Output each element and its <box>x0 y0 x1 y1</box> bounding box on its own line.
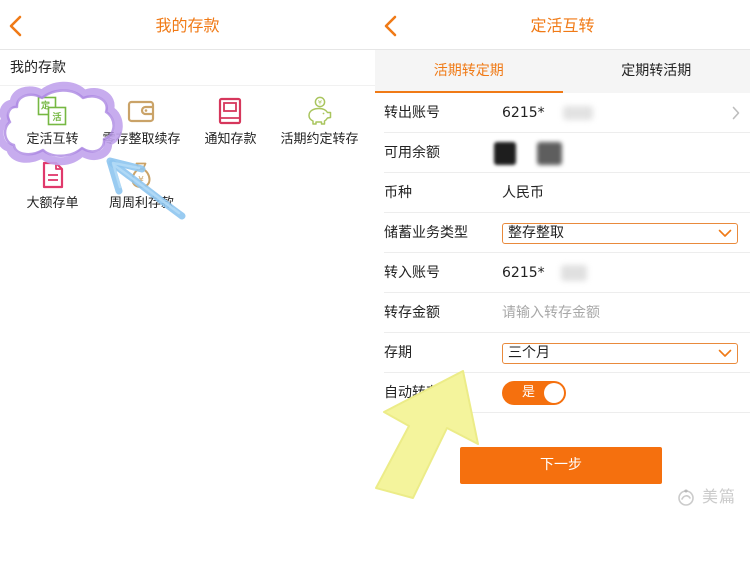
money-bag-icon-graphic: ¥ <box>131 162 151 189</box>
out-account-label: 转出账号 <box>384 105 440 121</box>
chevron-down-icon <box>718 349 732 357</box>
chevron-left-icon <box>9 15 22 37</box>
term-selected: 三个月 <box>508 345 550 361</box>
currency-value: 人民币 <box>502 185 544 201</box>
menu-item-label: 活期约定转存 <box>280 132 359 147</box>
chevron-right-icon <box>732 106 740 120</box>
menu-item-label: 周周利存款 <box>108 196 174 211</box>
currency-row: 币种 人民币 <box>375 173 750 213</box>
amount-label: 转存金额 <box>384 305 440 321</box>
menu-item-large-deposit-certificate[interactable]: 大额存单 <box>8 156 97 220</box>
wallet-icon-graphic <box>127 100 155 123</box>
menu-item-fixed-current-transfer[interactable]: 定 活 定活互转 <box>8 92 97 156</box>
tab-fixed-to-current[interactable]: 定期转活期 <box>563 50 750 93</box>
deposit-type-row: 储蓄业务类型 整存整取 <box>375 213 750 253</box>
left-screen: 我的存款 我的存款 定 活 定活互转 零存整取续存 通知存款 ¥ 活期约定转存 … <box>0 0 375 562</box>
chevron-down-icon <box>718 229 732 237</box>
document-icon <box>37 160 67 190</box>
toggle-knob <box>544 383 564 403</box>
in-account-row: 转入账号 6215* <box>375 253 750 293</box>
right-header: 定活互转 <box>375 0 750 50</box>
amount-row: 转存金额 <box>375 293 750 333</box>
balance-row: 可用余额 <box>375 133 750 173</box>
redacted-blur <box>494 142 516 165</box>
tab-bar: 活期转定期 定期转活期 <box>375 50 750 93</box>
meipian-logo-icon <box>678 489 694 506</box>
currency-label: 币种 <box>384 185 412 201</box>
transfer-icon-graphic: 定 活 <box>37 96 67 126</box>
book-icon <box>215 96 245 126</box>
piggy-coin-text: ¥ <box>318 98 322 106</box>
deposit-type-selected: 整存整取 <box>508 225 564 241</box>
term-select[interactable]: 三个月 <box>502 343 738 364</box>
auto-renew-toggle[interactable]: 是 <box>502 381 566 405</box>
watermark: 美篇 <box>676 486 746 508</box>
menu-item-installment-renew[interactable]: 零存整取续存 <box>97 92 186 156</box>
balance-label: 可用余额 <box>384 145 440 161</box>
section-title: 我的存款 <box>0 50 375 86</box>
in-account-value: 6215* <box>502 265 545 281</box>
redacted-blur <box>537 142 562 165</box>
amount-input[interactable] <box>502 301 732 325</box>
money-bag-text: ¥ <box>138 176 144 186</box>
left-header: 我的存款 <box>0 0 375 50</box>
transfer-icon-text-bottom: 活 <box>52 111 61 123</box>
deposit-type-select[interactable]: 整存整取 <box>502 223 738 244</box>
menu-item-weekly-interest-deposit[interactable]: ¥ 周周利存款 <box>97 156 186 220</box>
back-button[interactable] <box>380 13 402 39</box>
out-account-row[interactable]: 转出账号 6215* <box>375 93 750 133</box>
auto-renew-toggle-text: 是 <box>522 385 536 400</box>
term-label: 存期 <box>384 345 412 361</box>
right-screen: 定活互转 活期转定期 定期转活期 转出账号 6215* 可用余额 币种 人民币 … <box>375 0 750 562</box>
chevron-left-icon <box>384 15 397 37</box>
money-bag-icon: ¥ <box>126 160 156 190</box>
tab-current-to-fixed[interactable]: 活期转定期 <box>375 50 563 93</box>
piggy-bank-icon: ¥ <box>304 96 334 126</box>
redacted-blur <box>561 265 587 281</box>
watermark-text: 美篇 <box>702 487 737 506</box>
next-button[interactable]: 下一步 <box>460 447 662 484</box>
page-title: 定活互转 <box>530 16 595 35</box>
redacted-blur <box>563 106 593 120</box>
transfer-icon: 定 活 <box>37 96 67 126</box>
menu-item-notice-deposit[interactable]: 通知存款 <box>186 92 275 156</box>
term-row: 存期 三个月 <box>375 333 750 373</box>
deposit-type-label: 储蓄业务类型 <box>384 225 468 241</box>
piggy-bank-icon-graphic: ¥ <box>308 96 332 125</box>
page-title: 我的存款 <box>155 16 220 35</box>
menu-item-current-auto-deposit[interactable]: ¥ 活期约定转存 <box>275 92 364 156</box>
auto-renew-label: 自动转存 <box>384 385 440 401</box>
back-button[interactable] <box>5 13 27 39</box>
wallet-icon <box>126 96 156 126</box>
auto-renew-row: 自动转存 是 <box>375 373 750 413</box>
book-icon-graphic <box>218 97 242 125</box>
out-account-value: 6215* <box>502 105 545 121</box>
in-account-label: 转入账号 <box>384 265 440 281</box>
document-icon-graphic <box>42 161 64 189</box>
